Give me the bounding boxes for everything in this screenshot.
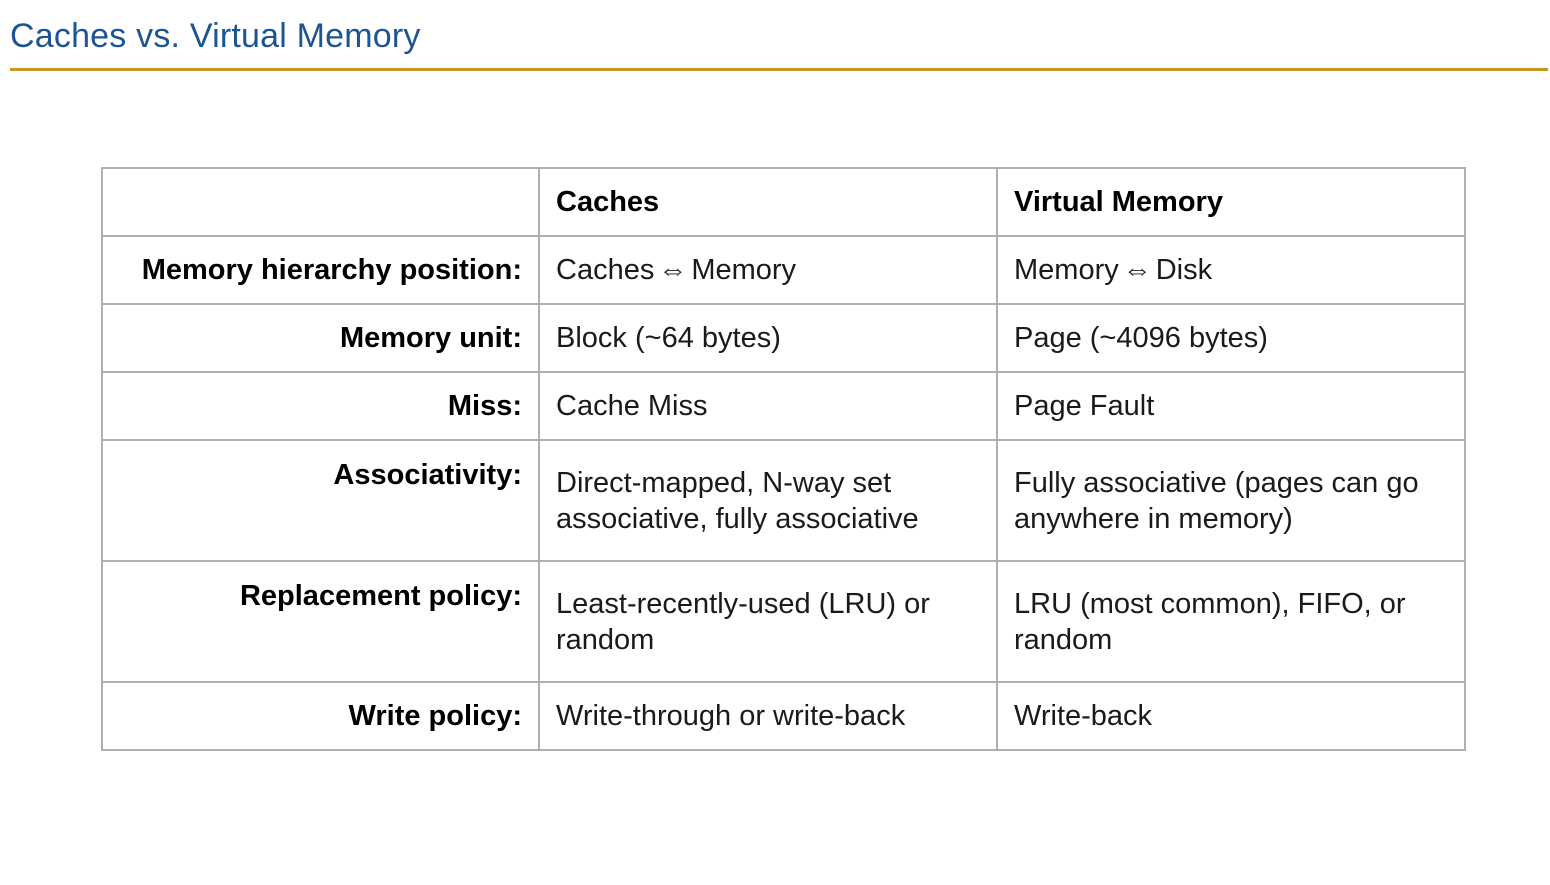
table-row: Associativity: Direct-mapped, N-way set … xyxy=(101,439,1466,562)
row-label-replacement-policy: Replacement policy: xyxy=(101,560,540,683)
cell-caches-memory-unit: Block (~64 bytes) xyxy=(538,303,998,373)
cell-text: Memory xyxy=(691,254,797,286)
cell-text: Caches xyxy=(556,254,655,286)
row-label-hierarchy-position: Memory hierarchy position: xyxy=(101,235,540,305)
table-row: Memory unit: Block (~64 bytes) Page (~40… xyxy=(101,303,1466,373)
table-header-row: Caches Virtual Memory xyxy=(101,167,1466,237)
cell-caches-associativity: Direct-mapped, N-way set associative, fu… xyxy=(538,439,998,562)
row-label-miss: Miss: xyxy=(101,371,540,441)
row-label-memory-unit: Memory unit: xyxy=(101,303,540,373)
title-divider xyxy=(10,68,1548,71)
row-label-associativity: Associativity: xyxy=(101,439,540,562)
cell-vm-replacement-policy: LRU (most common), FIFO, or random xyxy=(996,560,1466,683)
comparison-table: Caches Virtual Memory Memory hierarchy p… xyxy=(101,167,1466,751)
column-header-virtual-memory: Virtual Memory xyxy=(996,167,1466,237)
cell-vm-hierarchy-position: Memory ⇔ Disk xyxy=(996,235,1466,305)
table-row: Write policy: Write-through or write-bac… xyxy=(101,681,1466,751)
header-cell-empty xyxy=(101,167,540,237)
table-row: Memory hierarchy position: Caches ⇔ Memory… xyxy=(101,235,1466,305)
cell-vm-associativity: Fully associative (pages can go anywhere… xyxy=(996,439,1466,562)
table-row: Replacement policy: Least-recently-used … xyxy=(101,560,1466,683)
cell-text: Memory xyxy=(1014,254,1119,286)
cell-text: Disk xyxy=(1155,254,1213,286)
table-row: Miss: Cache Miss Page Fault xyxy=(101,371,1466,441)
row-label-write-policy: Write policy: xyxy=(101,681,540,751)
cell-vm-memory-unit: Page (~4096 bytes) xyxy=(996,303,1466,373)
cell-caches-miss: Cache Miss xyxy=(538,371,998,441)
bidirectional-arrow-icon: ⇔ xyxy=(658,254,688,286)
slide-title: Caches vs. Virtual Memory xyxy=(10,17,421,55)
bidirectional-arrow-icon: ⇔ xyxy=(1122,254,1152,286)
cell-caches-write-policy: Write-through or write-back xyxy=(538,681,998,751)
cell-vm-miss: Page Fault xyxy=(996,371,1466,441)
cell-caches-replacement-policy: Least-recently-used (LRU) or random xyxy=(538,560,998,683)
column-header-caches: Caches xyxy=(538,167,998,237)
cell-caches-hierarchy-position: Caches ⇔ Memory xyxy=(538,235,998,305)
cell-vm-write-policy: Write-back xyxy=(996,681,1466,751)
